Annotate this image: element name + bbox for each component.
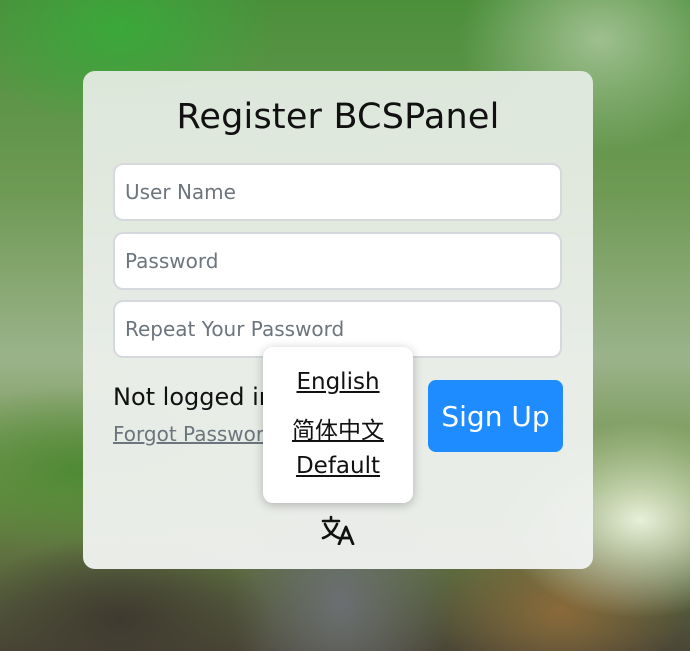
page-title: Register BCSPanel: [176, 97, 500, 137]
language-menu: English 简体中文 Default: [263, 347, 413, 503]
language-option-english[interactable]: English: [263, 369, 413, 395]
language-option-simplified-chinese[interactable]: 简体中文: [263, 411, 413, 445]
forgot-password-link[interactable]: Forgot Password: [113, 422, 276, 446]
sign-up-button[interactable]: Sign Up: [428, 380, 563, 452]
username-input[interactable]: [113, 163, 562, 221]
password-input[interactable]: [113, 232, 562, 290]
login-status-text: Not logged in: [113, 383, 275, 411]
language-option-default[interactable]: Default: [263, 453, 413, 479]
translate-icon[interactable]: [321, 515, 355, 545]
register-card: Register BCSPanel Not logged in Forgot P…: [83, 71, 593, 569]
